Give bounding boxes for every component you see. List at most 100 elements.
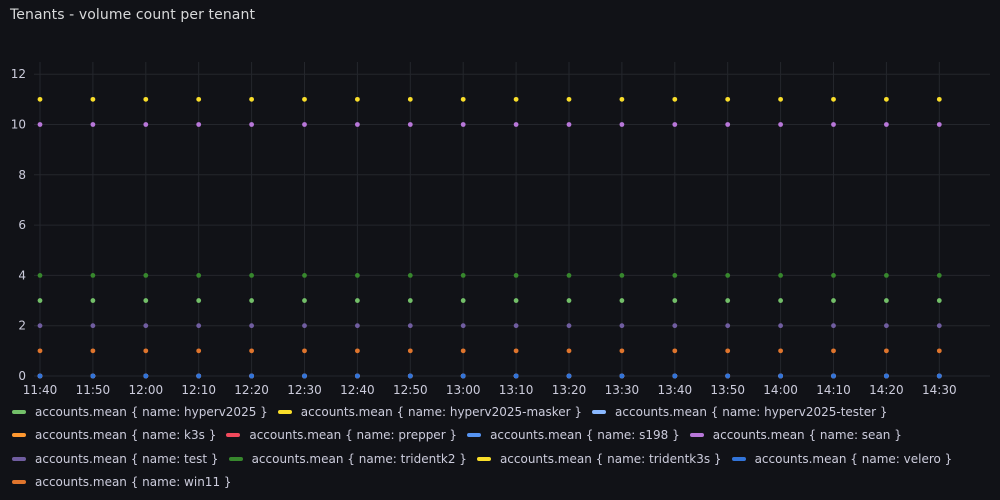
data-point[interactable] [672,323,678,329]
data-point[interactable] [90,373,96,379]
data-point[interactable] [302,323,307,329]
data-point[interactable] [566,373,572,379]
data-point[interactable] [778,96,783,102]
data-point[interactable] [725,122,731,127]
data-point[interactable] [672,298,678,303]
data-point[interactable] [725,373,731,379]
data-point[interactable] [619,298,625,303]
legend-item[interactable]: accounts.mean { name: win11 } [12,475,232,489]
data-point[interactable] [355,348,360,354]
data-point[interactable] [90,122,96,127]
data-point[interactable] [778,348,783,354]
data-point[interactable] [460,373,466,379]
data-point[interactable] [831,273,836,278]
data-point[interactable] [513,348,519,354]
data-point[interactable] [619,348,625,354]
data-point[interactable] [407,348,413,354]
data-point[interactable] [407,373,413,379]
data-point[interactable] [37,373,43,379]
data-point[interactable] [407,323,413,329]
data-point[interactable] [196,323,202,329]
data-point[interactable] [936,373,942,379]
data-point[interactable] [90,273,96,278]
data-point[interactable] [37,323,43,329]
data-point[interactable] [355,122,360,127]
data-point[interactable] [619,122,625,127]
data-point[interactable] [884,122,889,127]
data-point[interactable] [143,298,149,303]
data-point[interactable] [831,373,836,379]
data-point[interactable] [302,273,307,278]
data-point[interactable] [725,298,731,303]
data-point[interactable] [884,273,889,278]
data-point[interactable] [407,122,413,127]
data-point[interactable] [936,96,942,102]
data-point[interactable] [407,273,413,278]
data-point[interactable] [566,273,572,278]
legend-item[interactable]: accounts.mean { name: hyperv2025 } [12,405,268,419]
data-point[interactable] [249,373,255,379]
data-point[interactable] [672,348,678,354]
data-point[interactable] [566,348,572,354]
data-point[interactable] [672,373,678,379]
data-point[interactable] [672,122,678,127]
data-point[interactable] [37,122,43,127]
data-point[interactable] [302,298,307,303]
data-point[interactable] [196,122,202,127]
data-point[interactable] [778,323,783,329]
data-point[interactable] [513,122,519,127]
data-point[interactable] [831,122,836,127]
data-point[interactable] [196,373,202,379]
data-point[interactable] [196,298,202,303]
data-point[interactable] [302,348,307,354]
data-point[interactable] [778,122,783,127]
data-point[interactable] [143,122,149,127]
data-point[interactable] [566,298,572,303]
data-point[interactable] [936,273,942,278]
legend-item[interactable]: accounts.mean { name: velero } [731,452,952,466]
data-point[interactable] [566,96,572,102]
data-point[interactable] [884,298,889,303]
legend-item[interactable]: accounts.mean { name: tridentk2 } [228,452,467,466]
data-point[interactable] [143,373,149,379]
data-point[interactable] [302,96,307,102]
data-point[interactable] [355,273,360,278]
data-point[interactable] [143,96,149,102]
data-point[interactable] [778,298,783,303]
data-point[interactable] [513,373,519,379]
legend-item[interactable]: accounts.mean { name: hyperv2025-masker … [277,405,582,419]
data-point[interactable] [355,96,360,102]
data-point[interactable] [884,96,889,102]
data-point[interactable] [249,122,255,127]
data-point[interactable] [778,273,783,278]
data-point[interactable] [936,323,942,329]
data-point[interactable] [884,323,889,329]
data-point[interactable] [460,96,466,102]
data-point[interactable] [831,96,836,102]
data-point[interactable] [619,373,625,379]
data-point[interactable] [37,96,43,102]
data-point[interactable] [90,96,96,102]
data-point[interactable] [249,348,255,354]
data-point[interactable] [566,323,572,329]
data-point[interactable] [831,323,836,329]
legend-item[interactable]: accounts.mean { name: hyperv2025-tester … [592,405,888,419]
legend-item[interactable]: accounts.mean { name: test } [12,452,219,466]
data-point[interactable] [90,323,96,329]
data-point[interactable] [513,96,519,102]
legend-item[interactable]: accounts.mean { name: prepper } [226,428,457,442]
legend-item[interactable]: accounts.mean { name: k3s } [12,428,216,442]
data-point[interactable] [460,348,466,354]
data-point[interactable] [407,298,413,303]
data-point[interactable] [37,298,43,303]
data-point[interactable] [460,122,466,127]
data-point[interactable] [143,348,149,354]
data-point[interactable] [884,348,889,354]
data-point[interactable] [355,323,360,329]
legend-item[interactable]: accounts.mean { name: s198 } [467,428,680,442]
data-point[interactable] [672,273,678,278]
data-point[interactable] [196,348,202,354]
data-point[interactable] [143,323,149,329]
data-point[interactable] [619,323,625,329]
data-point[interactable] [143,273,149,278]
